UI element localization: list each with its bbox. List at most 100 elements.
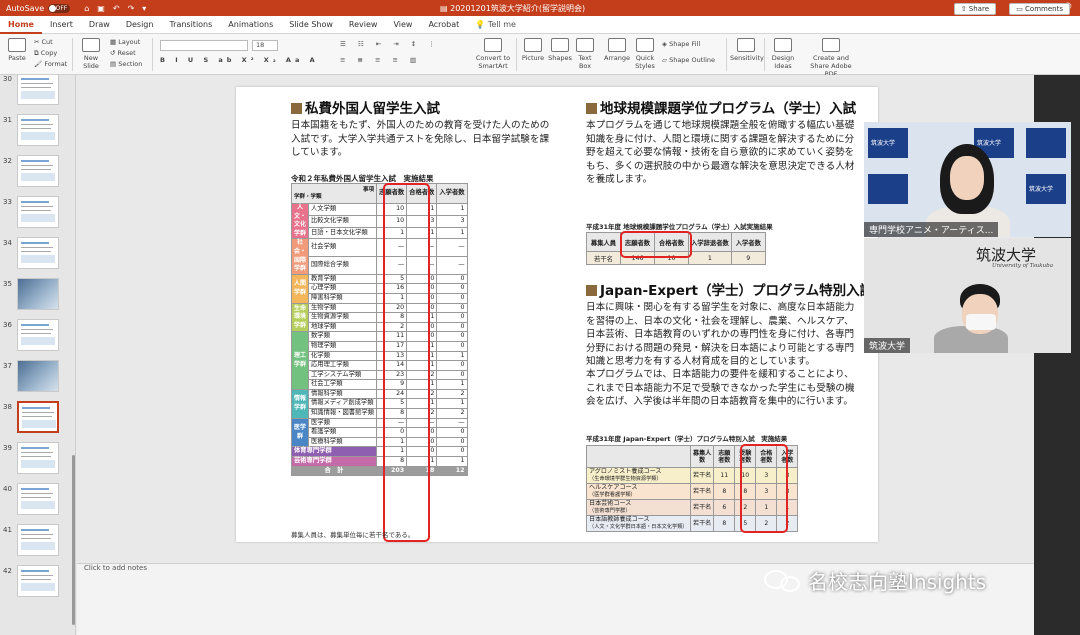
tab-insert[interactable]: Insert	[42, 16, 81, 34]
share-button[interactable]: ⇧ Share	[953, 3, 996, 15]
participant-2-name: 筑波大学	[864, 338, 911, 353]
dept-cell: 国際総合学類	[308, 256, 377, 275]
slide-thumbnail-30[interactable]: 30	[0, 75, 72, 113]
align-buttons[interactable]: ≡ ≣ ≡ ≡ ▥	[340, 56, 421, 64]
tab-slide-show[interactable]: Slide Show	[281, 16, 341, 34]
slide-thumbnail-33[interactable]: 33	[0, 196, 72, 236]
slide-thumbnail-34[interactable]: 34	[0, 237, 72, 277]
dept-cell: 医学類	[308, 417, 377, 429]
shape-fill-button[interactable]: ◈ Shape Fill	[662, 40, 700, 48]
person-face	[950, 156, 984, 200]
arrange-button[interactable]: Arrange	[604, 38, 630, 62]
total-label: 合 計	[291, 465, 377, 477]
font-name-field[interactable]	[160, 40, 248, 51]
slide-thumbnails-pane[interactable]: 30 31 32 33 34 35 36 37 38 39 40 41 42	[0, 75, 76, 635]
dept-cell: 社会学類	[308, 238, 377, 258]
picture-button[interactable]: Picture	[520, 38, 546, 62]
autosave-switch[interactable]: OFF	[48, 3, 71, 13]
undo-icon[interactable]: ↶	[113, 4, 120, 13]
value-cell: 0	[436, 273, 468, 285]
slide-thumbnail-35[interactable]: 35	[0, 278, 72, 318]
tell-me-search[interactable]: 💡 Tell me	[467, 16, 524, 34]
tab-review[interactable]: Review	[341, 16, 386, 34]
arrange-icon	[608, 38, 626, 52]
format-painter-button[interactable]: 🖌 Format	[34, 60, 67, 68]
value-cell: 0	[436, 331, 468, 342]
table-row: 比較文化学類 10 3 3	[292, 214, 468, 228]
table-row: 心理学類 16 0 0	[292, 283, 468, 294]
slide-thumbnail-31[interactable]: 31	[0, 114, 72, 154]
dept-cell: 教育学類	[308, 273, 377, 285]
group-cell: 生命環境学群	[291, 302, 309, 333]
video-panel-participant-1[interactable]: 筑波大学 筑波大学 筑波大学 専門学校アニメ・アーティス...	[864, 122, 1071, 237]
dept-cell: 心理学類	[308, 283, 377, 294]
tab-acrobat[interactable]: Acrobat	[420, 16, 467, 34]
more-icon[interactable]: ▾	[142, 4, 146, 13]
section-button[interactable]: ▤ Section	[110, 60, 142, 68]
tab-view[interactable]: View	[385, 16, 420, 34]
tab-animations[interactable]: Animations	[220, 16, 281, 34]
redo-icon[interactable]: ↷	[128, 4, 135, 13]
comments-button[interactable]: ▭ Comments	[1009, 3, 1070, 15]
tab-draw[interactable]: Draw	[81, 16, 118, 34]
shapes-button[interactable]: Shapes	[548, 38, 572, 62]
slide-thumbnail-39[interactable]: 39	[0, 442, 72, 482]
slide-thumbnail-37[interactable]: 37	[0, 360, 72, 400]
create-share-pdf-button[interactable]: Create and Share Adobe PDF	[806, 38, 856, 78]
value-cell: 3	[436, 214, 468, 228]
university-logo: 筑波大学	[976, 246, 1037, 264]
value-cell: 1	[436, 379, 468, 390]
table-row: 国際総合学類 — — —	[292, 256, 468, 275]
video-panel-participant-2[interactable]: 筑波大学 University of Tsukuba 筑波大学	[864, 238, 1071, 353]
font-size-field[interactable]: 18	[252, 40, 278, 51]
dept-cell: 数学類	[308, 331, 377, 342]
font-format-buttons[interactable]: B I U S ab X² X₂ Aa A	[160, 56, 319, 64]
home-icon[interactable]: ⌂	[84, 4, 89, 13]
lightbulb-icon: 💡	[475, 19, 488, 29]
convert-smartart-button[interactable]: Convert to SmartArt	[472, 38, 514, 70]
dept-cell: 社会工学類	[308, 379, 377, 390]
value-cell: 0	[436, 369, 468, 381]
autosave-toggle[interactable]: AutoSave OFF	[6, 3, 71, 13]
slide-thumbnail-32[interactable]: 32	[0, 155, 72, 195]
group-cell: 人間学群	[291, 273, 309, 304]
slide-number: 31	[3, 116, 12, 124]
reset-button[interactable]: ↺ Reset	[110, 49, 136, 57]
text-box-button[interactable]: Text Box	[574, 38, 596, 70]
table-row: 体育専門学群 1 0 0	[291, 446, 468, 458]
slide-thumbnail-38[interactable]: 38	[0, 401, 72, 441]
participant-1-name: 専門学校アニメ・アーティス...	[864, 222, 999, 237]
slide-thumbnail-40[interactable]: 40	[0, 483, 72, 523]
layout-button[interactable]: ▦ Layout	[110, 38, 140, 46]
save-icon[interactable]: ▣	[97, 4, 105, 13]
slide-thumbnail-41[interactable]: 41	[0, 524, 72, 564]
dept-cell: 医療科学類	[308, 436, 377, 448]
table-row: 物理学類 17 1 0	[292, 340, 468, 352]
tab-home[interactable]: Home	[0, 16, 42, 34]
tab-transitions[interactable]: Transitions	[161, 16, 220, 34]
slide-thumbnail-36[interactable]: 36	[0, 319, 72, 359]
slide-thumbnail-42[interactable]: 42	[0, 565, 72, 605]
total-cell: 12	[436, 465, 468, 477]
table-row: 生命環境学群 生物学類 20 0 0	[291, 302, 468, 333]
japan-expert-program-text-2: 本プログラムでは、日本語能力の要件を緩和することにより、これまで日本語能力不足で…	[586, 369, 855, 407]
new-slide-icon	[82, 38, 100, 52]
dept-cell: 人文学類	[308, 203, 377, 216]
shape-outline-button[interactable]: ▱ Shape Outline	[662, 56, 715, 64]
quick-styles-button[interactable]: Quick Styles	[632, 38, 658, 70]
cut-button[interactable]: ✂ Cut	[34, 38, 53, 46]
slide-preview	[17, 114, 59, 146]
copy-button[interactable]: ⧉ Copy	[34, 49, 57, 58]
header-cell: 入学者数	[730, 232, 766, 252]
design-ideas-button[interactable]: Design Ideas	[768, 38, 798, 70]
tab-design[interactable]: Design	[118, 16, 162, 34]
slide-number: 35	[3, 280, 12, 288]
thumbnails-scrollbar[interactable]	[72, 455, 75, 625]
slide-number: 40	[3, 485, 12, 493]
slide-canvas[interactable]: 私費外国人留学生入試 日本国籍をもたず、外国人のための教育を受けた人のための入試…	[236, 87, 878, 542]
new-slide-button[interactable]: New Slide	[80, 38, 102, 70]
paragraph-buttons[interactable]: ☰ ☷ ⇤ ⇥ ↕ ⋮	[340, 40, 440, 48]
share-icon: ⇧	[960, 5, 969, 13]
paste-button[interactable]: Paste	[6, 38, 28, 62]
sensitivity-button[interactable]: Sensitivity	[730, 38, 764, 62]
